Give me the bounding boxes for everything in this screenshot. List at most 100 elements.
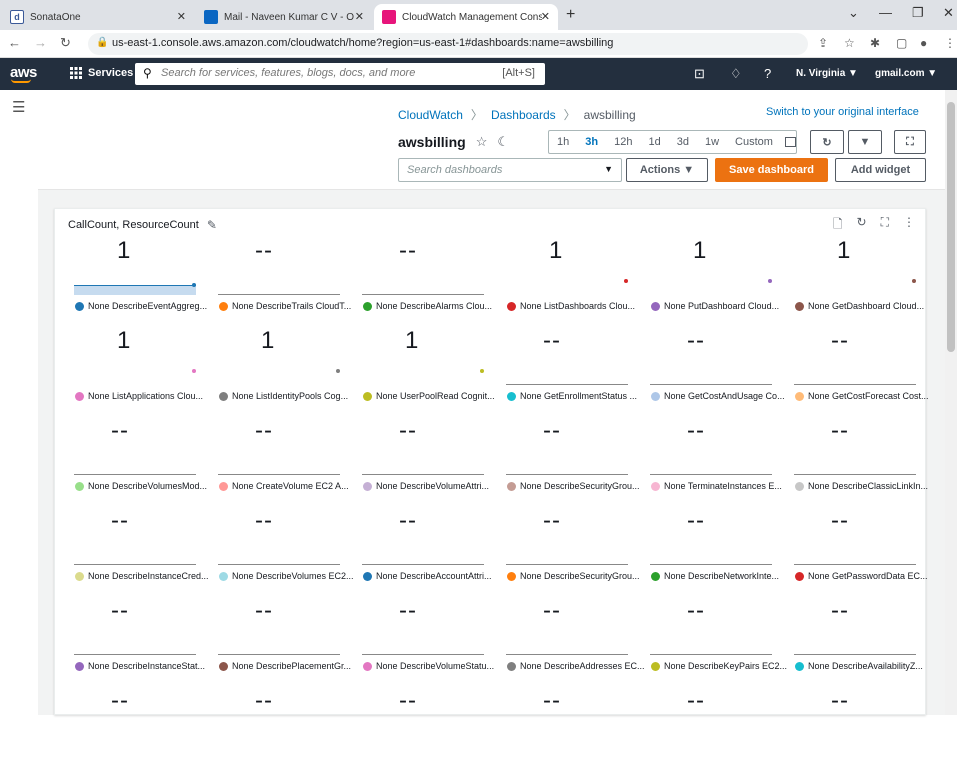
metric-legend-item[interactable]: None ListDashboards Clou... [507,301,647,311]
metric-legend-item[interactable]: None DescribeVolumes EC2... [219,571,359,581]
metric-legend-item[interactable]: None GetCostAndUsage Co... [651,391,791,401]
new-tab-icon[interactable]: + [566,6,575,24]
time-range-1d[interactable]: 1d [640,136,668,148]
time-range-custom[interactable]: Custom [727,136,781,148]
sparkline [650,463,772,475]
scrollbar-thumb[interactable] [947,102,955,352]
metric-legend-item[interactable]: None DescribeAlarms Clou... [363,301,503,311]
metric-legend-item[interactable]: None GetCostForecast Cost... [795,391,935,401]
metric-legend-item[interactable]: None ListApplications Clou... [75,391,215,401]
time-range-1w[interactable]: 1w [697,136,727,148]
time-range-3h[interactable]: 3h [577,136,606,148]
close-window-icon[interactable]: ✕ [943,5,954,21]
widget-more-icon[interactable]: ⋮ [903,215,915,236]
edit-title-icon[interactable]: ✎ [207,218,217,232]
sidepanel-icon[interactable]: ▢ [896,36,907,50]
legend-label: None DescribeTrails CloudT... [232,301,352,311]
document-icon[interactable]: 🗋 [833,215,843,236]
help-icon[interactable]: ? [764,66,771,81]
sparkline [650,373,772,385]
close-tab-icon[interactable]: ✕ [355,10,364,23]
widget-refresh-icon[interactable]: ↻ [857,215,867,236]
metric-legend-item[interactable]: None DescribeSecurityGrou... [507,481,647,491]
metric-legend-item[interactable]: None CreateVolume EC2 A... [219,481,359,491]
save-dashboard-button[interactable]: Save dashboard [715,158,828,182]
fullscreen-button[interactable]: ⛶ [894,130,926,154]
breadcrumb-dashboards[interactable]: Dashboards [491,108,556,122]
tab-search-chevron-icon[interactable]: ⌄ [848,5,859,21]
metric-legend-item[interactable]: None TerminateInstances E... [651,481,791,491]
metric-legend-item[interactable]: None PutDashboard Cloud... [651,301,791,311]
restore-icon[interactable]: ❐ [912,5,924,21]
sparkline [218,369,340,385]
breadcrumb-cloudwatch[interactable]: CloudWatch [398,108,463,122]
refresh-options-button[interactable]: ▼ [848,130,882,154]
browser-tab-cloudwatch[interactable]: CloudWatch Management Conso ✕ [374,4,558,30]
metric-legend-item[interactable]: None DescribePlacementGr... [219,661,359,671]
metric-cell: -- None TerminateInstances E... [643,417,787,510]
time-range-3d[interactable]: 3d [669,136,697,148]
legend-label: None DescribeSecurityGrou... [520,481,640,491]
url-field[interactable]: 🔒 us-east-1.console.aws.amazon.com/cloud… [88,33,808,55]
back-icon[interactable]: ← [8,35,21,50]
extensions-icon[interactable]: ✱ [870,36,880,50]
metric-legend-item[interactable]: None DescribeInstanceCred... [75,571,215,581]
aws-logo[interactable]: aws [10,64,37,83]
metric-legend-item[interactable]: None DescribeAccountAttri... [363,571,503,581]
menu-kebab-icon[interactable]: ⋮ [944,36,956,50]
metric-legend-item[interactable]: None DescribeSecurityGrou... [507,571,647,581]
metric-legend-item[interactable]: None UserPoolRead Cognit... [363,391,503,401]
metric-legend-item[interactable]: None DescribeVolumeAttri... [363,481,503,491]
region-selector[interactable]: N. Virginia ▼ [796,68,858,79]
browser-tab-mail[interactable]: Mail - Naveen Kumar C V - Outlo ✕ [196,4,372,30]
profile-icon[interactable]: ● [920,36,927,50]
time-range-1h[interactable]: 1h [549,136,577,148]
forward-icon[interactable]: → [34,35,47,50]
favorite-star-icon[interactable]: ☆ [476,134,488,150]
reload-icon[interactable]: ↻ [60,35,71,51]
sparkline [794,373,916,385]
page-scrollbar[interactable] [945,90,957,715]
metric-value: -- [399,597,417,624]
metric-legend-item[interactable]: None ListIdentityPools Cog... [219,391,359,401]
minimize-icon[interactable]: — [879,5,892,20]
actions-button[interactable]: Actions ▼ [626,158,708,182]
hamburger-menu-icon[interactable]: ☰ [12,98,25,116]
notifications-bell-icon[interactable]: ♢ [730,66,742,82]
global-search-input[interactable]: ⚲ Search for services, features, blogs, … [135,63,545,85]
search-dashboards-input[interactable]: Search dashboards ▼ [398,158,622,182]
legend-swatch [795,301,804,311]
metric-legend-item[interactable]: None GetPasswordData EC... [795,571,935,581]
sparkline [218,553,340,565]
metric-cell: -- None DescribeVolumes EC2... [211,507,355,600]
browser-tab-sonataone[interactable]: d SonataOne ✕ [2,4,194,30]
add-widget-button[interactable]: Add widget [835,158,926,182]
metric-legend-item[interactable]: None DescribeAvailabilityZ... [795,661,935,671]
bookmark-star-icon[interactable]: ☆ [844,36,855,50]
services-menu[interactable]: Services [70,67,133,79]
share-icon[interactable]: ⇪ [818,36,828,50]
metric-legend-item[interactable]: None DescribeKeyPairs EC2... [651,661,791,671]
metric-legend-item[interactable]: None DescribeEventAggreg... [75,301,215,311]
close-tab-icon[interactable]: ✕ [541,10,550,23]
close-tab-icon[interactable]: ✕ [177,10,186,23]
metric-legend-item[interactable]: None DescribeVolumesMod... [75,481,215,491]
time-range-12h[interactable]: 12h [606,136,640,148]
refresh-button[interactable]: ↻ [810,130,844,154]
metric-legend-item[interactable]: None GetDashboard Cloud... [795,301,935,311]
dark-mode-moon-icon[interactable]: ☾ [497,134,509,150]
cloudshell-icon[interactable]: ⊡ [694,66,705,82]
metric-legend-item[interactable]: None DescribeVolumeStatu... [363,661,503,671]
switch-interface-link[interactable]: Switch to your original interface [766,106,919,118]
metric-legend-item[interactable]: None GetEnrollmentStatus ... [507,391,647,401]
tab-label: SonataOne [30,11,81,23]
metric-legend-item[interactable]: None DescribeTrails CloudT... [219,301,359,311]
account-menu[interactable]: gmail.com ▼ [875,68,937,79]
metric-legend-item[interactable]: None DescribeClassicLinkIn... [795,481,935,491]
metric-legend-item[interactable]: None DescribeAddresses EC... [507,661,647,671]
metric-legend-item[interactable]: None DescribeInstanceStat... [75,661,215,671]
metric-legend-item[interactable]: None DescribeNetworkInte... [651,571,791,581]
widget-expand-icon[interactable]: ⛶ [881,215,889,236]
metric-cell: 1 None ListApplications Clou... [67,327,211,420]
metric-value: -- [831,417,849,444]
